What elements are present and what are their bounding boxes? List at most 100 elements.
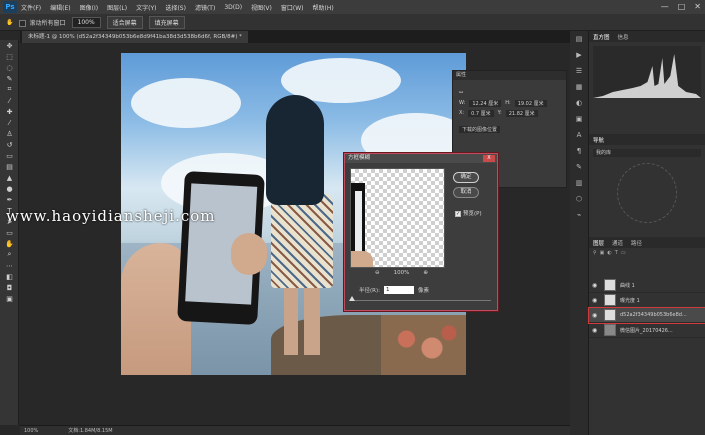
tab-layers[interactable]: 图层	[593, 239, 604, 247]
quick-select-tool-icon[interactable]: ✎	[0, 73, 19, 84]
maximize-button[interactable]: □	[678, 2, 686, 11]
link-location-button[interactable]: 下载的图像位置	[459, 125, 501, 133]
filter-shape-icon[interactable]: ▭	[621, 250, 626, 256]
history-brush-icon[interactable]: ↺	[0, 139, 19, 150]
scroll-all-windows-option[interactable]: 滚动所有窗口	[19, 18, 66, 27]
move-tool-icon[interactable]: ✥	[0, 40, 19, 51]
character-panel-icon[interactable]: A	[570, 127, 588, 143]
pen-tool-icon[interactable]: ✒	[0, 194, 19, 205]
menu-view[interactable]: 视图(V)	[251, 3, 272, 12]
menu-image[interactable]: 图像(I)	[80, 3, 98, 12]
blur-tool-icon[interactable]: ▲	[0, 172, 19, 183]
tab-histogram[interactable]: 直方图	[593, 33, 610, 41]
radius-input[interactable]: 1	[383, 286, 414, 294]
brush-panel-icon[interactable]: ✎	[570, 159, 588, 175]
menu-window[interactable]: 窗口(W)	[281, 3, 304, 12]
zoom-field[interactable]: 100%	[71, 16, 101, 28]
menu-filter[interactable]: 滤镜(T)	[195, 3, 215, 12]
fit-screen-button[interactable]: 适合屏幕	[106, 15, 143, 29]
swatches-panel-icon[interactable]: ▦	[570, 79, 588, 95]
radius-slider-handle[interactable]	[349, 296, 355, 301]
tab-paths[interactable]: 路径	[631, 239, 642, 247]
marquee-tool-icon[interactable]: ⬚	[0, 51, 19, 62]
watermark-text: www.haoyidiansheji.com	[6, 207, 216, 225]
layer-row[interactable]: ◉ 曝光度 1	[589, 293, 705, 308]
layer-thumbnail	[604, 294, 616, 306]
document-tab[interactable]: 未标题-1 @ 100% (d52a2f34349b053b6e8d9f41ba…	[22, 31, 248, 43]
layer-row[interactable]: ◉ 微信图片_20170426...	[589, 323, 705, 338]
blur-preview[interactable]	[350, 168, 445, 268]
healing-tool-icon[interactable]: ✚	[0, 106, 19, 117]
visibility-eye-icon[interactable]: ◉	[592, 312, 600, 319]
close-window-button[interactable]: ✕	[694, 2, 701, 11]
eyedropper-tool-icon[interactable]: ⁄	[0, 95, 19, 106]
tab-info[interactable]: 信息	[618, 33, 629, 41]
shape-tool-icon[interactable]: ▭	[0, 227, 19, 238]
cancel-button[interactable]: 取消	[453, 187, 479, 198]
menu-help[interactable]: 帮助(H)	[313, 3, 334, 12]
menu-edit[interactable]: 编辑(E)	[50, 3, 70, 12]
3d-panel-icon[interactable]: ⬡	[570, 191, 588, 207]
blend-mode-row	[589, 258, 705, 268]
paths-panel-icon[interactable]: ⌁	[570, 207, 588, 223]
layer-row[interactable]: ◉ 曲线 1	[589, 278, 705, 293]
filter-type-icon[interactable]: T	[615, 250, 618, 256]
dodge-tool-icon[interactable]: ●	[0, 183, 19, 194]
color-swatches-icon[interactable]: ◧	[0, 271, 19, 282]
menu-3d[interactable]: 3D(D)	[224, 4, 242, 11]
adjustments-panel-icon[interactable]: ◐	[570, 95, 588, 111]
fill-screen-button[interactable]: 填充屏幕	[148, 15, 185, 29]
properties-panel-icon[interactable]: ☰	[570, 63, 588, 79]
menu-file[interactable]: 文件(F)	[21, 3, 41, 12]
paragraph-panel-icon[interactable]: ¶	[570, 143, 588, 159]
width-field[interactable]: 12.24 厘米	[469, 99, 502, 107]
screen-mode-icon[interactable]: ▣	[0, 293, 19, 304]
x-field[interactable]: 0.7 厘米	[468, 109, 494, 117]
brush-tool-icon[interactable]: ⁄	[0, 117, 19, 128]
minimize-button[interactable]: —	[661, 2, 669, 11]
visibility-eye-icon[interactable]: ◉	[592, 327, 600, 334]
zoom-tool-icon[interactable]: ⌕	[0, 249, 19, 260]
zoom-out-icon[interactable]: ⊖	[375, 270, 380, 276]
layer-filters: ⚲ ▣ ◐ T ▭	[589, 248, 705, 258]
visibility-eye-icon[interactable]: ◉	[592, 282, 600, 289]
more-tools-icon[interactable]: ⋯	[0, 260, 19, 271]
filter-adjust-icon[interactable]: ◐	[607, 250, 611, 256]
menu-layer[interactable]: 图层(L)	[107, 3, 127, 12]
box-blur-dialog: 方框模糊 X 确定 取消 ✓ 预览(P) ⊖ 100% ⊕ 半径(R): 1 像素	[344, 153, 498, 311]
stamp-tool-icon[interactable]: ♙	[0, 128, 19, 139]
eraser-tool-icon[interactable]: ▭	[0, 150, 19, 161]
filter-pixel-icon[interactable]: ▣	[600, 250, 605, 256]
visibility-eye-icon[interactable]: ◉	[592, 297, 600, 304]
menu-type[interactable]: 文字(Y)	[136, 3, 156, 12]
hand-tool-icon: ✋	[6, 18, 14, 26]
preview-zoom-value: 100%	[393, 270, 410, 276]
gradient-tool-icon[interactable]: ▤	[0, 161, 19, 172]
layer-row-selected[interactable]: ◉ d52a2f34349b053b6e8d...	[588, 307, 705, 324]
height-field[interactable]: 19.02 厘米	[514, 99, 547, 107]
menu-select[interactable]: 选择(S)	[165, 3, 186, 12]
filter-kind-icon[interactable]: ⚲	[593, 250, 597, 256]
quick-mask-icon[interactable]: ◘	[0, 282, 19, 293]
scroll-all-checkbox[interactable]	[19, 19, 27, 27]
layer-thumbnail	[604, 279, 616, 291]
dialog-title-bar[interactable]: 方框模糊 X	[345, 154, 497, 163]
history-panel-icon[interactable]: ▤	[570, 31, 588, 47]
lasso-tool-icon[interactable]: ◌	[0, 62, 19, 73]
tab-navigator[interactable]: 导航	[593, 136, 604, 144]
zoom-in-icon[interactable]: ⊕	[423, 270, 428, 276]
dialog-close-button[interactable]: X	[483, 155, 495, 162]
library-dropdown[interactable]: 我的库	[593, 149, 701, 157]
ok-button[interactable]: 确定	[453, 172, 479, 183]
libraries-panel-icon[interactable]: ▥	[570, 175, 588, 191]
preview-option[interactable]: ✓ 预览(P)	[455, 209, 482, 217]
actions-panel-icon[interactable]: ▶	[570, 47, 588, 63]
tab-channels[interactable]: 通道	[612, 239, 623, 247]
styles-panel-icon[interactable]: ▣	[570, 111, 588, 127]
radius-slider-track[interactable]	[351, 300, 491, 301]
hand-tool-button-icon[interactable]: ✋	[0, 238, 19, 249]
y-field[interactable]: 21.82 厘米	[505, 109, 538, 117]
preview-checkbox[interactable]: ✓	[455, 210, 461, 217]
crop-tool-icon[interactable]: ⌗	[0, 84, 19, 95]
navigator-dial	[617, 163, 677, 223]
